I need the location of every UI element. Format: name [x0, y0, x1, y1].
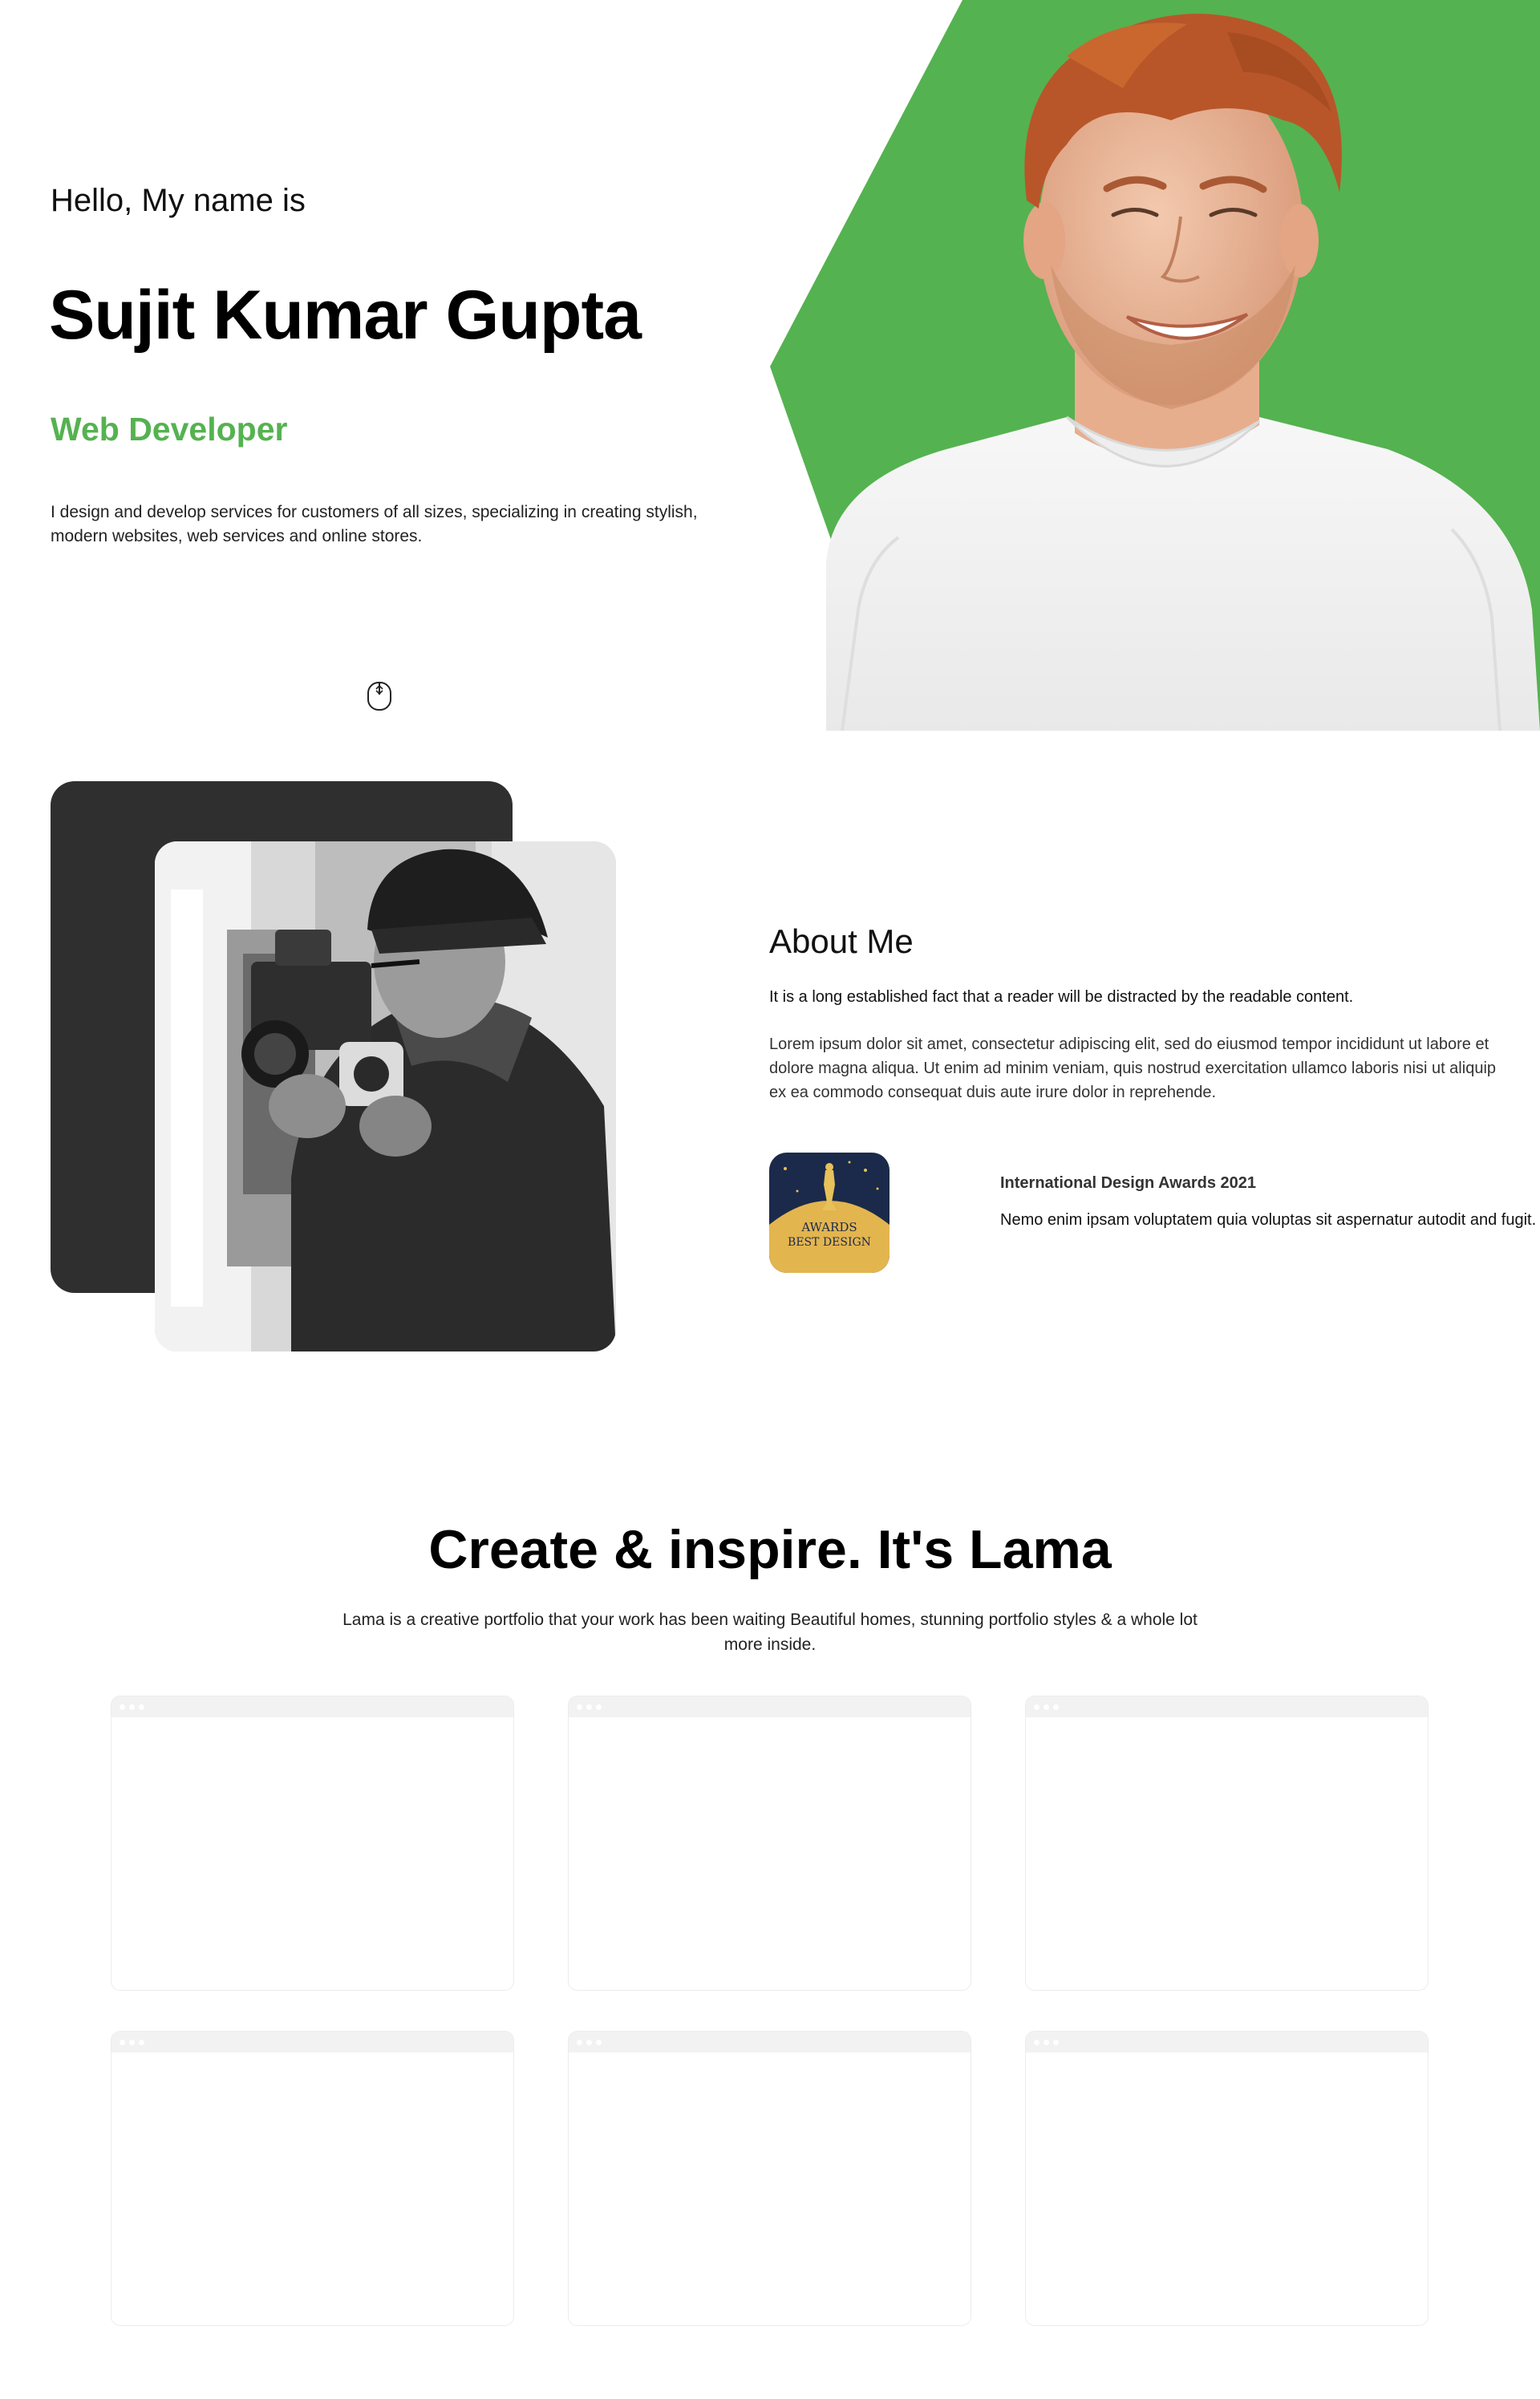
- award-description: Nemo enim ipsam voluptatem quia voluptas…: [1000, 1211, 1537, 1229]
- mouse-scroll-icon[interactable]: [367, 681, 392, 711]
- browser-body: [1026, 2053, 1428, 2325]
- hero-greeting: Hello, My name is: [51, 183, 306, 218]
- browser-bar: [1026, 2032, 1428, 2053]
- award-badge-line2: BEST DESIGN: [788, 1236, 871, 1249]
- hero-intro: I design and develop services for custom…: [51, 503, 698, 545]
- browser-bar: [111, 2032, 513, 2053]
- award-badge: AWARDS BEST DESIGN: [769, 1153, 890, 1273]
- about-photo: [155, 841, 616, 1351]
- hero-role: Web Developer: [51, 411, 288, 448]
- browser-body: [1026, 1717, 1428, 1990]
- portfolio-description: Lama is a creative portfolio that your w…: [342, 1611, 1198, 1654]
- portfolio-item[interactable]: [111, 1696, 514, 1991]
- hero-name: Sujit Kumar Gupta: [49, 277, 642, 354]
- browser-body: [111, 2053, 513, 2325]
- browser-bar: [1026, 1696, 1428, 1717]
- hero-section: Hello, My name is Sujit Kumar Gupta Web …: [0, 0, 1540, 731]
- portfolio-item[interactable]: [111, 2031, 514, 2326]
- browser-body: [111, 1717, 513, 1990]
- portfolio-item[interactable]: [1025, 2031, 1429, 2326]
- portfolio-title: Create & inspire. It's Lama: [428, 1519, 1112, 1580]
- about-title: About Me: [769, 922, 914, 960]
- browser-bar: [569, 1696, 971, 1717]
- portfolio-item[interactable]: [568, 2031, 971, 2326]
- about-lead: It is a long established fact that a rea…: [769, 988, 1354, 1006]
- award-title: International Design Awards 2021: [1000, 1174, 1256, 1192]
- about-body: Lorem ipsum dolor sit amet, consectetur …: [769, 1035, 1497, 1101]
- browser-body: [569, 2053, 971, 2325]
- browser-body: [569, 1717, 971, 1990]
- developer-portrait: [826, 14, 1540, 731]
- award-badge-line1: AWARDS: [800, 1220, 857, 1234]
- portfolio-item[interactable]: [1025, 1696, 1429, 1991]
- portfolio-item[interactable]: [568, 1696, 971, 1991]
- browser-bar: [111, 1696, 513, 1717]
- browser-bar: [569, 2032, 971, 2053]
